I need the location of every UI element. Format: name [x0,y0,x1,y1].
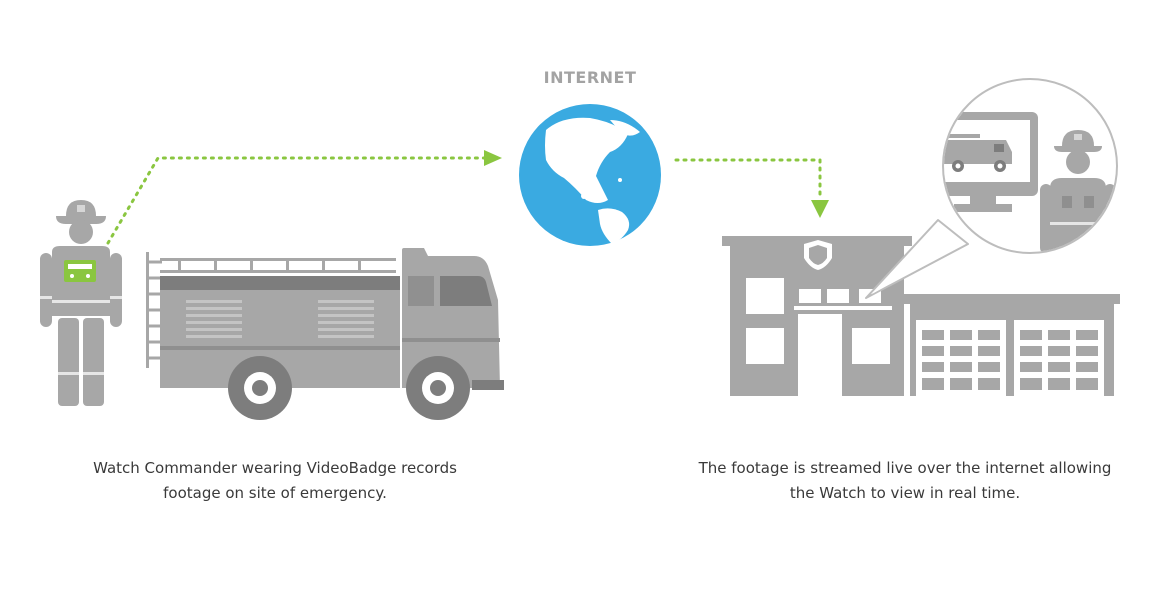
caption-left-line-2: footage on site of emergency. [163,484,387,502]
caption-right: The footage is streamed live over the in… [655,456,1155,506]
globe-icon [519,104,661,246]
caption-right-line-1: The footage is streamed live over the in… [698,459,1112,477]
stream-arrow-to-station [674,158,829,218]
fire-truck-icon [146,248,504,420]
internet-label: INTERNET [543,68,637,87]
zoom-callout [865,78,1118,299]
firefighter-icon [40,200,122,406]
caption-left-line-1: Watch Commander wearing VideoBadge recor… [93,459,457,477]
caption-left: Watch Commander wearing VideoBadge recor… [40,456,510,506]
stream-arrow-to-internet [106,150,502,245]
diagram: INTERNET Watch Commander wearing VideoBa… [0,0,1170,591]
videobadge-icon [64,260,96,282]
caption-right-line-2: the Watch to view in real time. [789,484,1021,502]
